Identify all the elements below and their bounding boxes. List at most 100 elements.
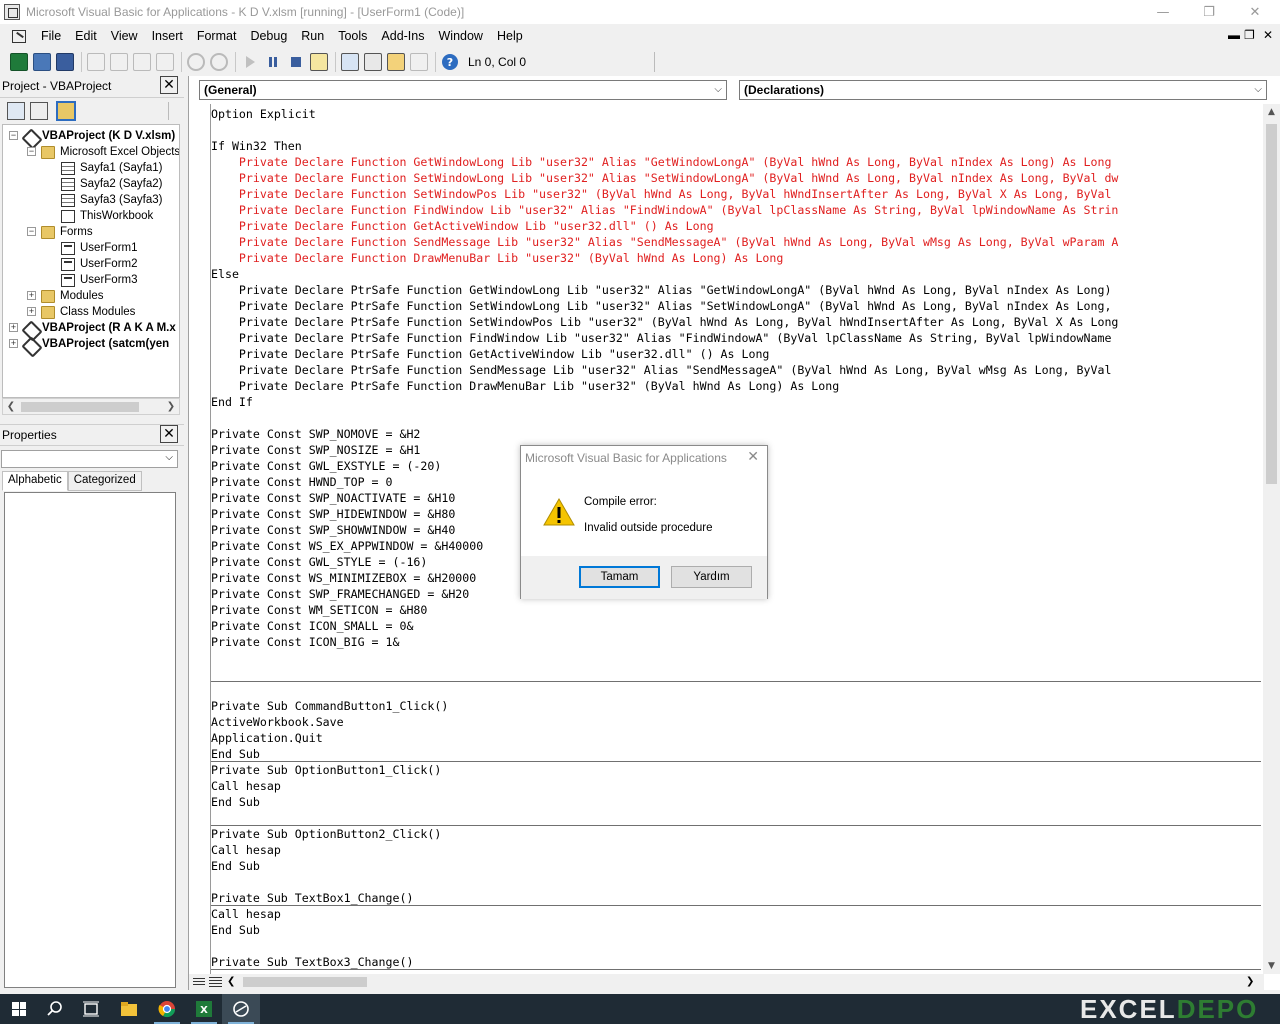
code-line[interactable]: Private Declare PtrSafe Function GetWind… — [211, 282, 1112, 298]
menu-edit[interactable]: Edit — [68, 24, 104, 48]
menu-file[interactable]: File — [34, 24, 68, 48]
scroll-right-icon[interactable]: ❯ — [1246, 974, 1260, 990]
tab-categorized[interactable]: Categorized — [67, 471, 142, 491]
file-explorer-icon[interactable] — [110, 994, 148, 1024]
tree-item[interactable]: UserForm2 — [61, 256, 138, 272]
code-line[interactable]: Private Const WS_EX_APPWINDOW = &H40000 — [211, 538, 483, 554]
minimize-window-button[interactable]: — — [1140, 0, 1186, 24]
code-line[interactable]: Private Const SWP_NOSIZE = &H1 — [211, 442, 420, 458]
start-icon[interactable] — [0, 994, 38, 1024]
view-excel-icon[interactable] — [10, 53, 28, 71]
tree-item[interactable]: Sayfa1 (Sayfa1) — [61, 160, 162, 176]
reset-icon[interactable] — [287, 53, 305, 71]
tree-item[interactable]: VBAProject (R A K A M.x — [23, 320, 176, 336]
properties-grid[interactable] — [4, 492, 176, 988]
code-line[interactable]: Private Const HWND_TOP = 0 — [211, 474, 392, 490]
code-line[interactable]: Private Const WM_SETICON = &H80 — [211, 602, 427, 618]
close-window-button[interactable]: ✕ — [1232, 0, 1278, 24]
object-browser-icon[interactable] — [387, 53, 405, 71]
close-properties-panel-button[interactable]: ✕ — [160, 425, 178, 443]
paste-icon[interactable] — [133, 53, 151, 71]
tree-item[interactable]: VBAProject (satcm(yen — [23, 336, 169, 352]
excel-icon[interactable]: X — [185, 994, 223, 1024]
mdi-minimize-button[interactable]: ▬ — [1228, 28, 1240, 42]
procedure-select[interactable]: (Declarations) ⌵ — [739, 80, 1267, 100]
menu-insert[interactable]: Insert — [145, 24, 190, 48]
ok-button[interactable]: Tamam — [579, 566, 660, 588]
scroll-left-icon[interactable]: ❮ — [3, 399, 19, 414]
code-line[interactable]: Private Const ICON_SMALL = 0& — [211, 618, 413, 634]
collapse-icon[interactable]: − — [27, 227, 36, 236]
tree-item[interactable]: VBAProject (K D V.xlsm) — [23, 128, 175, 144]
code-line[interactable]: End Sub — [211, 746, 260, 762]
run-icon[interactable] — [241, 53, 259, 71]
code-line[interactable]: End Sub — [211, 858, 260, 874]
design-mode-icon[interactable] — [310, 53, 328, 71]
vba-editor-menu-icon[interactable] — [10, 27, 28, 45]
break-icon[interactable] — [264, 53, 282, 71]
insert-userform-icon[interactable] — [33, 53, 51, 71]
tree-item[interactable]: Forms — [41, 224, 93, 240]
scroll-thumb[interactable] — [21, 402, 139, 412]
menu-window[interactable]: Window — [432, 24, 490, 48]
tree-item[interactable]: Microsoft Excel Objects — [41, 144, 179, 160]
mdi-close-button[interactable]: ✕ — [1263, 28, 1273, 42]
code-line[interactable]: Private Sub TextBox1_Change() — [211, 890, 413, 906]
menu-tools[interactable]: Tools — [331, 24, 374, 48]
task-view-icon[interactable] — [72, 994, 110, 1024]
code-line[interactable]: Private Const SWP_HIDEWINDOW = &H80 — [211, 506, 455, 522]
code-line[interactable]: Private Const GWL_STYLE = (-16) — [211, 554, 427, 570]
cut-icon[interactable] — [87, 53, 105, 71]
code-line[interactable]: Private Const SWP_SHOWWINDOW = &H40 — [211, 522, 455, 538]
tab-alphabetic[interactable]: Alphabetic — [2, 471, 68, 491]
expand-icon[interactable]: + — [9, 339, 18, 348]
code-line[interactable]: Private Sub OptionButton1_Click() — [211, 762, 441, 778]
tree-item[interactable]: ThisWorkbook — [61, 208, 153, 224]
toolbox-icon[interactable] — [410, 53, 428, 71]
code-line[interactable]: Private Declare PtrSafe Function SendMes… — [211, 362, 1112, 378]
project-explorer-icon[interactable] — [341, 53, 359, 71]
menu-run[interactable]: Run — [294, 24, 331, 48]
restore-window-button[interactable]: ❐ — [1186, 0, 1232, 24]
code-line[interactable]: Private Declare Function FindWindow Lib … — [211, 202, 1119, 218]
code-line[interactable]: Private Declare PtrSafe Function SetWind… — [211, 314, 1119, 330]
view-code-icon[interactable] — [7, 102, 25, 120]
code-line[interactable]: Private Declare Function GetWindowLong L… — [211, 154, 1112, 170]
menu-debug[interactable]: Debug — [243, 24, 294, 48]
code-line[interactable]: Private Sub OptionButton2_Click() — [211, 826, 441, 842]
code-line[interactable]: Private Declare PtrSafe Function GetActi… — [211, 346, 770, 362]
code-line[interactable]: Call hesap — [211, 842, 281, 858]
find-icon[interactable] — [156, 53, 174, 71]
code-line[interactable]: Private Const WS_MINIMIZEBOX = &H20000 — [211, 570, 476, 586]
code-line[interactable]: Private Declare PtrSafe Function DrawMen… — [211, 378, 839, 394]
tree-item[interactable]: UserForm1 — [61, 240, 138, 256]
toggle-folders-icon[interactable] — [56, 101, 76, 121]
code-line[interactable]: Else — [211, 266, 239, 282]
code-line[interactable]: Call hesap — [211, 906, 281, 922]
scroll-right-icon[interactable]: ❯ — [163, 399, 179, 414]
menu-view[interactable]: View — [104, 24, 145, 48]
code-line[interactable]: Application.Quit — [211, 730, 323, 746]
search-icon[interactable] — [36, 994, 74, 1024]
code-line[interactable]: Private Const ICON_BIG = 1& — [211, 634, 399, 650]
project-tree-hscrollbar[interactable]: ❮ ❯ — [2, 398, 180, 415]
toolbar-options-grip[interactable] — [654, 52, 664, 72]
code-margin-indicator-bar[interactable] — [189, 104, 211, 974]
code-line[interactable]: ActiveWorkbook.Save — [211, 714, 344, 730]
menu-help[interactable]: Help — [490, 24, 530, 48]
code-line[interactable]: Call hesap — [211, 778, 281, 794]
save-icon[interactable] — [56, 53, 74, 71]
mdi-restore-button[interactable]: ❐ — [1244, 28, 1255, 42]
object-select[interactable]: (General) ⌵ — [199, 80, 727, 100]
copy-icon[interactable] — [110, 53, 128, 71]
code-line[interactable]: End If — [211, 394, 253, 410]
collapse-icon[interactable]: − — [9, 131, 18, 140]
expand-icon[interactable]: + — [9, 323, 18, 332]
tree-item[interactable]: UserForm3 — [61, 272, 138, 288]
tree-item[interactable]: Sayfa3 (Sayfa3) — [61, 192, 162, 208]
scroll-thumb[interactable] — [1266, 124, 1277, 484]
scroll-down-icon[interactable]: ▼ — [1263, 958, 1280, 974]
menu-add-ins[interactable]: Add-Ins — [374, 24, 431, 48]
scroll-thumb[interactable] — [243, 977, 367, 987]
code-line[interactable]: Private Const SWP_NOACTIVATE = &H10 — [211, 490, 455, 506]
